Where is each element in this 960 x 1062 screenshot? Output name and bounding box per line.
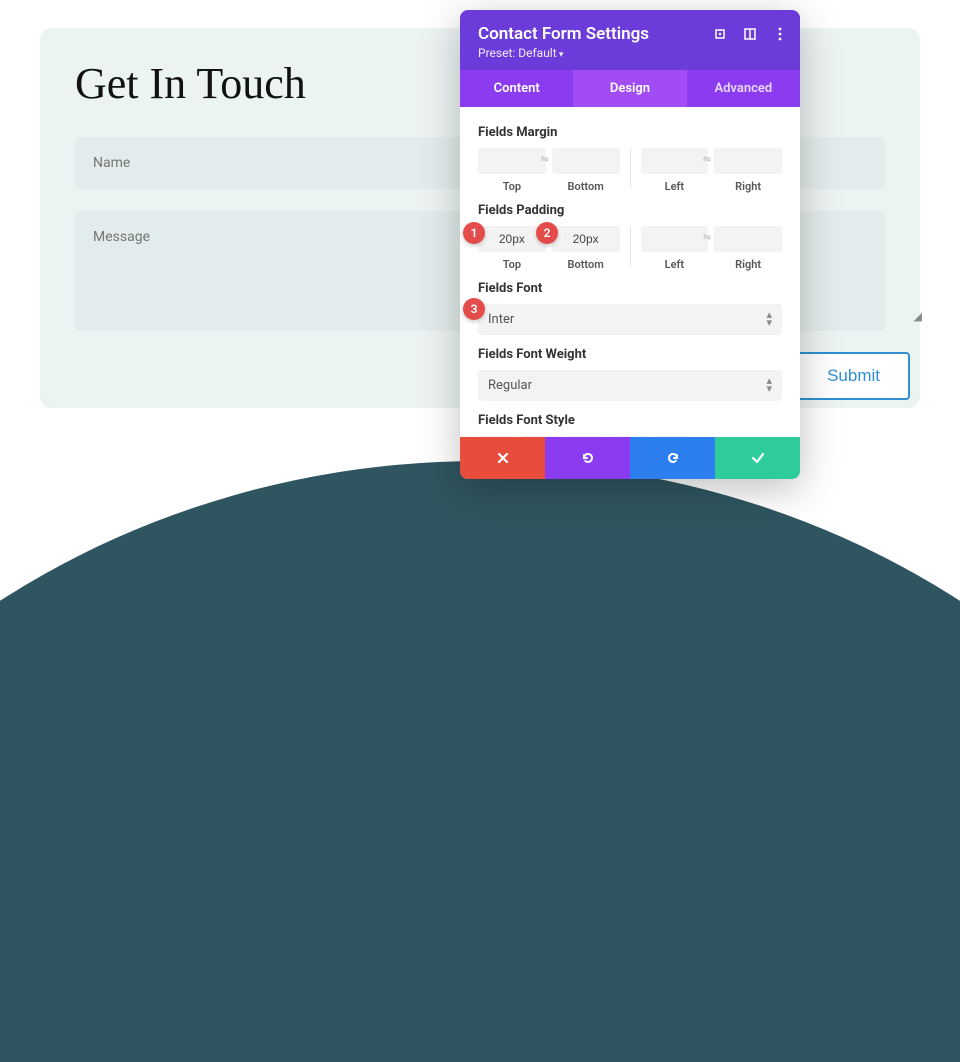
chevron-updown-icon: ▴▾ bbox=[766, 311, 772, 327]
label-top: Top bbox=[478, 180, 546, 193]
panel-header: Contact Form Settings Preset: Default bbox=[460, 10, 800, 70]
tab-content[interactable]: Content bbox=[460, 70, 573, 107]
margin-top-input[interactable] bbox=[478, 148, 546, 174]
margin-left-input[interactable] bbox=[641, 148, 709, 174]
label-bottom: Bottom bbox=[552, 180, 620, 193]
font-weight-value: Regular bbox=[488, 378, 532, 393]
redo-button[interactable] bbox=[630, 437, 715, 479]
margin-right-input[interactable] bbox=[714, 148, 782, 174]
tab-advanced[interactable]: Advanced bbox=[687, 70, 800, 107]
confirm-button[interactable] bbox=[715, 437, 800, 479]
separator bbox=[630, 226, 631, 266]
separator bbox=[630, 148, 631, 188]
link-icon[interactable]: ⇋ bbox=[540, 154, 548, 165]
columns-icon[interactable] bbox=[742, 26, 758, 42]
padding-bottom-input[interactable] bbox=[552, 226, 620, 252]
settings-panel: Contact Form Settings Preset: Default Co… bbox=[460, 10, 800, 479]
fields-padding-label: Fields Padding bbox=[478, 203, 782, 218]
panel-footer bbox=[460, 437, 800, 479]
callout-3: 3 bbox=[463, 298, 485, 320]
label-left: Left bbox=[641, 180, 709, 193]
decorative-arc bbox=[0, 461, 960, 1062]
fields-font-weight-label: Fields Font Weight bbox=[478, 347, 782, 362]
label-top: Top bbox=[478, 258, 546, 271]
label-right: Right bbox=[714, 258, 782, 271]
panel-tabs: Content Design Advanced bbox=[460, 70, 800, 107]
padding-left-input[interactable] bbox=[641, 226, 709, 252]
close-button[interactable] bbox=[460, 437, 545, 479]
fields-font-label: Fields Font bbox=[478, 281, 782, 296]
font-weight-select[interactable]: Regular ▴▾ bbox=[478, 370, 782, 401]
callout-2: 2 bbox=[536, 222, 558, 244]
label-left: Left bbox=[641, 258, 709, 271]
undo-button[interactable] bbox=[545, 437, 630, 479]
link-icon[interactable]: ⇋ bbox=[703, 232, 711, 243]
margin-bottom-input[interactable] bbox=[552, 148, 620, 174]
fields-font-style-label: Fields Font Style bbox=[478, 413, 782, 428]
preset-dropdown[interactable]: Preset: Default bbox=[478, 46, 782, 60]
padding-right-input[interactable] bbox=[714, 226, 782, 252]
link-icon[interactable]: ⇋ bbox=[703, 154, 711, 165]
expand-icon[interactable] bbox=[712, 26, 728, 42]
submit-button[interactable]: Submit bbox=[797, 352, 910, 400]
panel-body: Fields Margin ⇋ Top Bottom ⇋ Left Right bbox=[460, 107, 800, 437]
callout-1: 1 bbox=[463, 222, 485, 244]
fields-margin-label: Fields Margin bbox=[478, 125, 782, 140]
font-select-value: Inter bbox=[488, 312, 514, 327]
padding-row: Top Bottom ⇋ Left Right bbox=[478, 226, 782, 271]
label-bottom: Bottom bbox=[552, 258, 620, 271]
margin-row: ⇋ Top Bottom ⇋ Left Right bbox=[478, 148, 782, 193]
more-icon[interactable] bbox=[772, 26, 788, 42]
tab-design[interactable]: Design bbox=[573, 70, 686, 107]
font-select[interactable]: Inter ▴▾ bbox=[478, 304, 782, 335]
label-right: Right bbox=[714, 180, 782, 193]
chevron-updown-icon: ▴▾ bbox=[766, 377, 772, 393]
